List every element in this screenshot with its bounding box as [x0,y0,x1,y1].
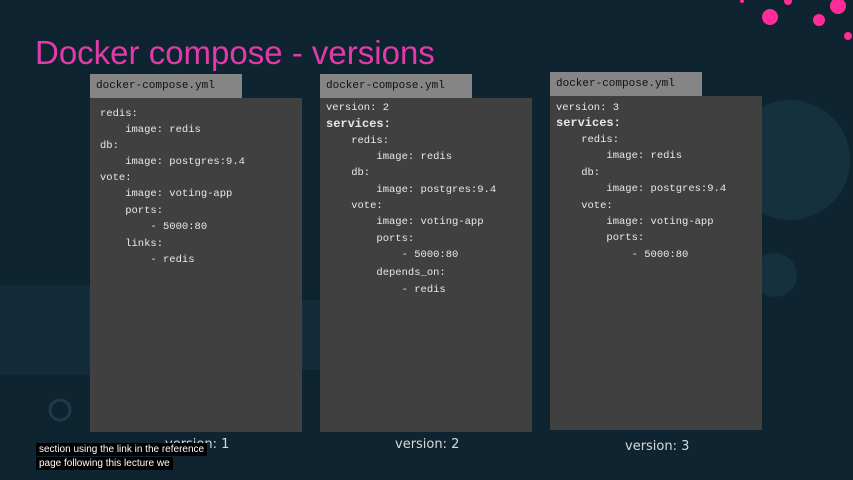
code-line: redis: [100,108,138,120]
code-line: redis: [556,134,620,146]
code-line: redis: [326,135,390,147]
code-line: version: 3 [556,102,620,114]
code-panel-v1: redis: image: redis db: image: postgres:… [90,98,302,432]
code-line: - 5000:80 [326,249,459,261]
code-line: - redis [100,254,195,266]
code-line: - redis [326,284,446,296]
code-line: image: voting-app [100,188,233,200]
code-line: image: postgres:9.4 [326,184,497,196]
code-line: - 5000:80 [556,249,689,261]
code-line: ports: [556,232,645,244]
caption-v3: version: 3 [625,439,690,454]
file-tab-v3: docker-compose.yml [550,72,702,96]
code-line: image: redis [100,124,201,136]
code-line: depends_on: [326,267,446,279]
code-line: ports: [326,233,415,245]
subtitle-line: section using the link in the reference [36,443,208,456]
code-line: ports: [100,205,164,217]
code-line: - 5000:80 [100,221,208,233]
code-line: vote: [326,200,383,212]
file-tab-v2: docker-compose.yml [320,74,472,98]
code-line: vote: [100,172,132,184]
code-line: db: [100,140,119,152]
code-panel-v2: version: 2 services: redis: image: redis… [320,98,532,432]
code-line: image: redis [556,150,683,162]
code-line: db: [326,167,371,179]
caption-v2: version: 2 [395,437,460,452]
code-line: image: redis [326,151,453,163]
code-line: image: postgres:9.4 [556,183,727,195]
code-line: services: [556,116,621,130]
pink-dots-decoration [740,0,852,40]
slide-title: Docker compose - versions [35,34,435,71]
file-tab-v1: docker-compose.yml [90,74,242,98]
code-line: version: 2 [326,102,390,114]
code-line: db: [556,167,601,179]
code-line: image: voting-app [556,216,714,228]
code-line: links: [100,238,164,250]
code-line: image: voting-app [326,216,484,228]
subtitle-line: page following this lecture we [36,457,173,470]
code-line: image: postgres:9.4 [100,156,245,168]
code-panel-v3: version: 3 services: redis: image: redis… [550,96,762,430]
code-line: services: [326,117,391,131]
code-line: vote: [556,200,613,212]
